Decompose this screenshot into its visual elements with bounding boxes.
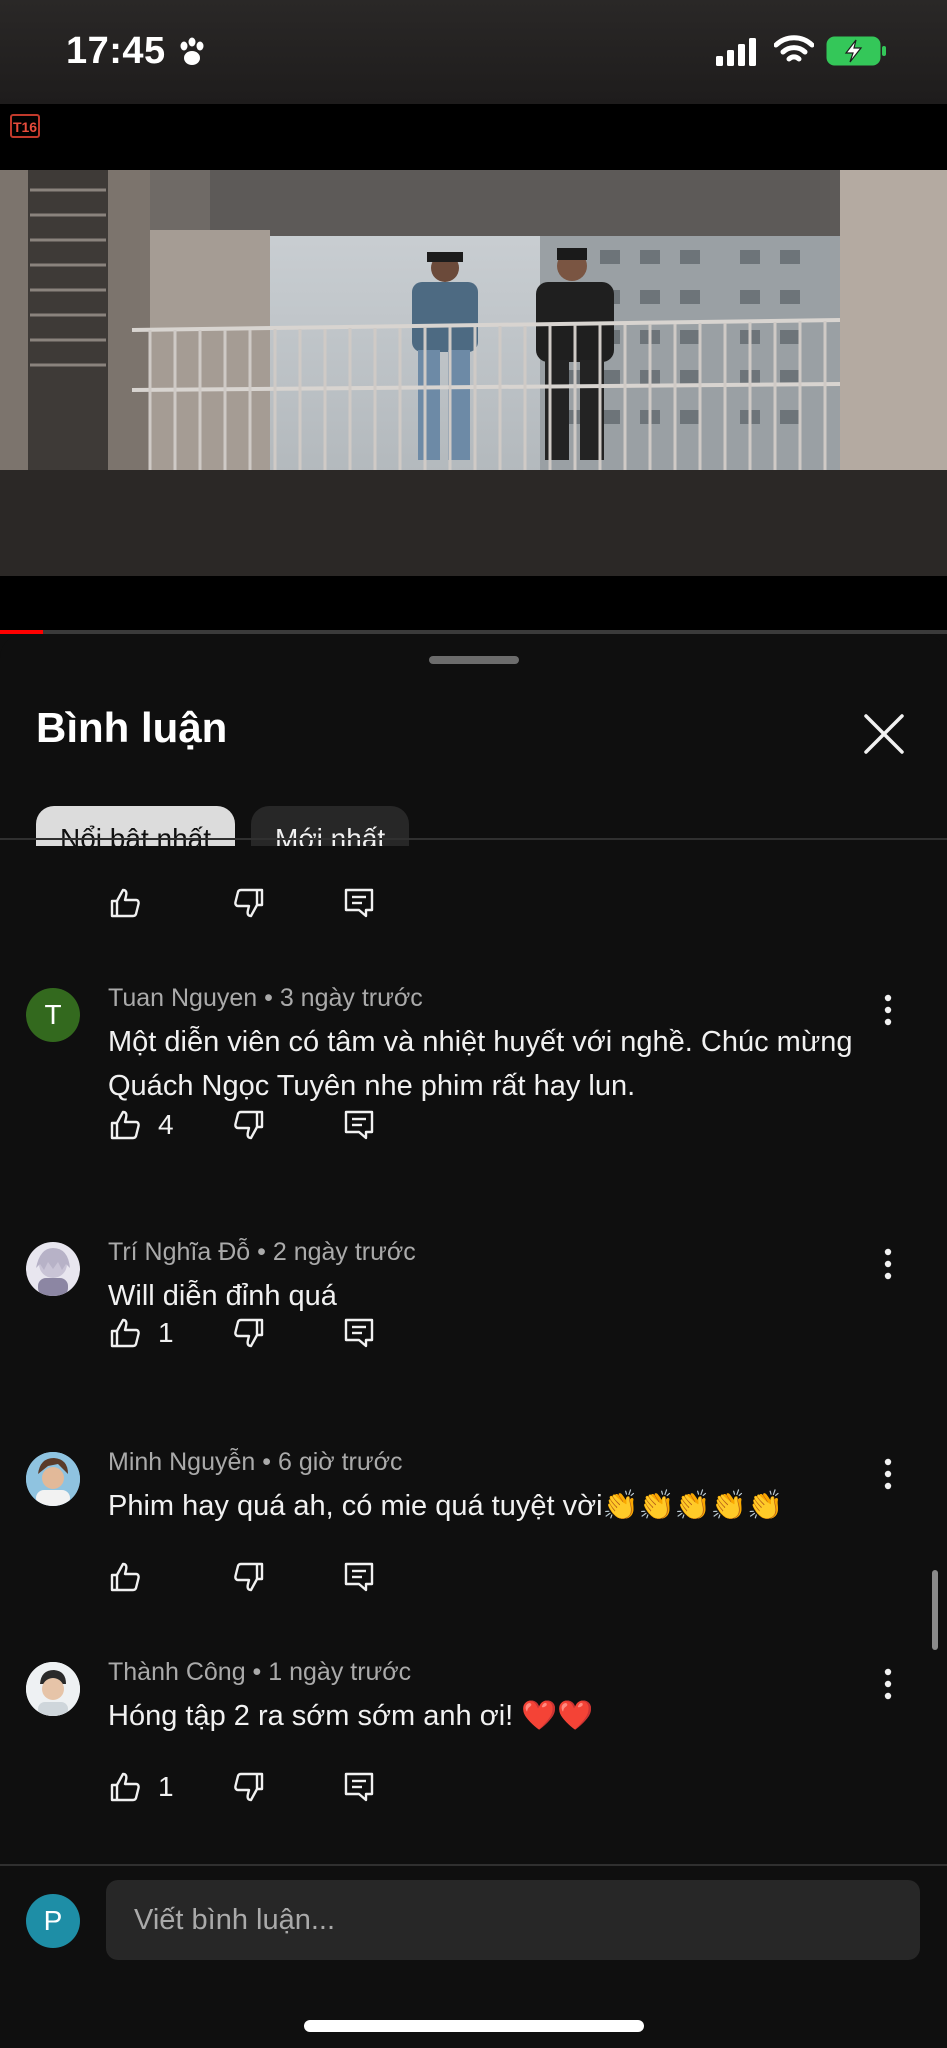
comment-meta: Minh Nguyễn • 6 giờ trước — [108, 1448, 403, 1476]
header-divider — [0, 838, 947, 840]
reply-button[interactable] — [342, 886, 376, 920]
thumbs-up-icon — [110, 1110, 140, 1140]
like-button[interactable]: 1 — [108, 1316, 174, 1350]
profile-photo-avatar — [26, 1452, 80, 1506]
thumbs-up-icon — [110, 888, 140, 918]
thumbs-down-icon — [234, 1318, 264, 1348]
comment-time: 6 giờ trước — [277, 1448, 403, 1476]
avatar[interactable] — [26, 1242, 80, 1296]
wifi-icon — [774, 35, 814, 62]
age-rating-badge: T16 — [10, 114, 40, 138]
more-options-icon[interactable] — [880, 1456, 896, 1492]
avatar[interactable] — [26, 1662, 80, 1716]
comment-author[interactable]: Trí Nghĩa Đỗ — [108, 1238, 250, 1266]
user-avatar[interactable]: P — [26, 1894, 80, 1948]
comment-time: 3 ngày trước — [279, 984, 423, 1012]
status-bar: 17:45 — [0, 0, 947, 104]
comment-input[interactable]: Viết bình luận... — [106, 1880, 920, 1960]
comment-time: 2 ngày trước — [272, 1238, 416, 1266]
profile-photo-avatar — [26, 1662, 80, 1716]
panel-title: Bình luận — [36, 704, 228, 751]
dislike-button[interactable] — [232, 1316, 266, 1350]
sort-chips: Nổi bật nhất Mới nhất — [36, 806, 936, 846]
composer-divider — [0, 1864, 947, 1866]
dislike-button[interactable] — [232, 1560, 266, 1594]
avatar[interactable]: T — [26, 988, 80, 1042]
comment-text: Phim hay quá ah, có mie quá tuyệt vời👏👏👏… — [108, 1490, 784, 1522]
reply-button[interactable] — [342, 1560, 376, 1594]
more-options-icon[interactable] — [880, 992, 896, 1028]
reply-button[interactable] — [342, 1316, 376, 1350]
thumbs-up-icon — [110, 1318, 140, 1348]
thumbs-up-icon — [110, 1772, 140, 1802]
reply-icon — [344, 888, 374, 918]
anime-avatar-image — [36, 1248, 70, 1296]
comment-time: 1 ngày trước — [268, 1658, 412, 1686]
dislike-button[interactable] — [232, 1108, 266, 1142]
like-count: 1 — [158, 1771, 174, 1802]
reply-icon — [344, 1318, 374, 1348]
like-button[interactable] — [108, 886, 142, 920]
drag-handle[interactable] — [429, 656, 519, 664]
more-options-icon[interactable] — [880, 1666, 896, 1702]
comment-author[interactable]: Minh Nguyễn — [108, 1448, 255, 1476]
like-button[interactable] — [108, 1560, 158, 1594]
comment-meta: Thành Công • 1 ngày trước — [108, 1658, 412, 1686]
close-icon[interactable] — [860, 710, 908, 758]
reply-icon — [344, 1772, 374, 1802]
thumbs-down-icon — [234, 1772, 264, 1802]
signal-icon — [716, 38, 756, 66]
more-options-icon[interactable] — [880, 1246, 896, 1282]
comment-text: Một diễn viên có tâm và nhiệt huyết với … — [108, 1026, 853, 1102]
like-count: 1 — [158, 1317, 174, 1348]
status-time: 17:45 — [66, 30, 166, 72]
like-button[interactable]: 1 — [108, 1770, 174, 1804]
comment-author[interactable]: Thành Công — [108, 1658, 246, 1686]
like-button[interactable]: 4 — [108, 1108, 174, 1142]
reply-icon — [344, 1110, 374, 1140]
thumbs-down-icon — [234, 1562, 264, 1592]
dislike-button[interactable] — [232, 886, 266, 920]
paw-icon — [180, 37, 204, 65]
reply-icon — [344, 1562, 374, 1592]
thumbs-down-icon — [234, 888, 264, 918]
reply-button[interactable] — [342, 1108, 376, 1142]
scrollbar[interactable] — [932, 1570, 938, 1650]
comment-author[interactable]: Tuan Nguyen — [108, 984, 257, 1012]
comment-meta: Trí Nghĩa Đỗ • 2 ngày trước — [108, 1238, 416, 1266]
video-player[interactable]: T16 — [0, 104, 947, 634]
dislike-button[interactable] — [232, 1770, 266, 1804]
thumbs-down-icon — [234, 1110, 264, 1140]
home-indicator[interactable] — [304, 2020, 644, 2032]
comment-text: Hóng tập 2 ra sớm sớm anh ơi! ❤️❤️ — [108, 1700, 594, 1732]
reply-button[interactable] — [342, 1770, 376, 1804]
like-count: 4 — [158, 1109, 174, 1140]
thumbs-up-icon — [110, 1562, 140, 1592]
battery-charging-icon — [826, 36, 886, 66]
avatar[interactable] — [26, 1452, 80, 1506]
comments-panel: Bình luận Nổi bật nhất Mới nhất T Tuan Ng… — [0, 634, 947, 2048]
video-frame[interactable] — [0, 170, 947, 576]
chip-top[interactable]: Nổi bật nhất — [36, 806, 235, 846]
chip-newest[interactable]: Mới nhất — [251, 806, 410, 846]
comment-meta: Tuan Nguyen • 3 ngày trước — [108, 984, 423, 1012]
comment-text: Will diễn đỉnh quá — [108, 1280, 337, 1312]
